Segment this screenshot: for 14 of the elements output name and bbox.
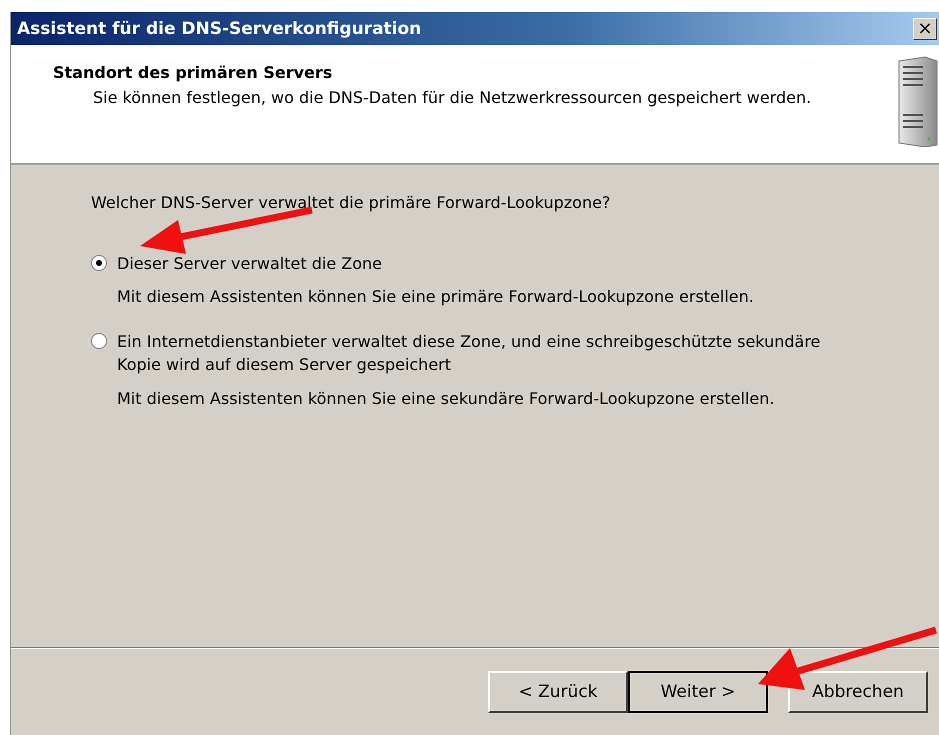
option-label[interactable]: Ein Internetdienstanbieter verwaltet diese Zone, und eine schreibgeschützte sekundäre Kopie wird auf diesem Server gespeichert bbox=[117, 330, 857, 377]
wizard-button[interactable]: Weiter > bbox=[628, 671, 768, 713]
radio-button[interactable] bbox=[91, 333, 107, 350]
option-description: Mit diesem Assistenten können Sie eine sekundäre Forward-Lookupzone erstellen. bbox=[117, 388, 776, 408]
page-title: Standort des primären Servers bbox=[53, 63, 334, 82]
page-description: Sie können festlegen, wo die DNS-Daten für die Netzwerkressourcen gespeichert werden. bbox=[92, 87, 812, 109]
question-text: Welcher DNS-Server verwaltet die primäre Forward-Lookupzone? bbox=[91, 193, 612, 212]
option-description: Mit diesem Assistenten können Sie eine primäre Forward-Lookupzone erstellen. bbox=[117, 287, 755, 306]
option-label[interactable]: Dieser Server verwaltet die Zone bbox=[117, 252, 857, 276]
window-title: Assistent für die DNS-Serverkonfiguration bbox=[17, 18, 422, 38]
wizard-button[interactable]: < Zurück bbox=[488, 671, 628, 713]
wizard-button[interactable]: Abbrechen bbox=[788, 671, 928, 713]
close-button[interactable]: × bbox=[913, 18, 937, 40]
radio-button[interactable] bbox=[91, 255, 107, 271]
